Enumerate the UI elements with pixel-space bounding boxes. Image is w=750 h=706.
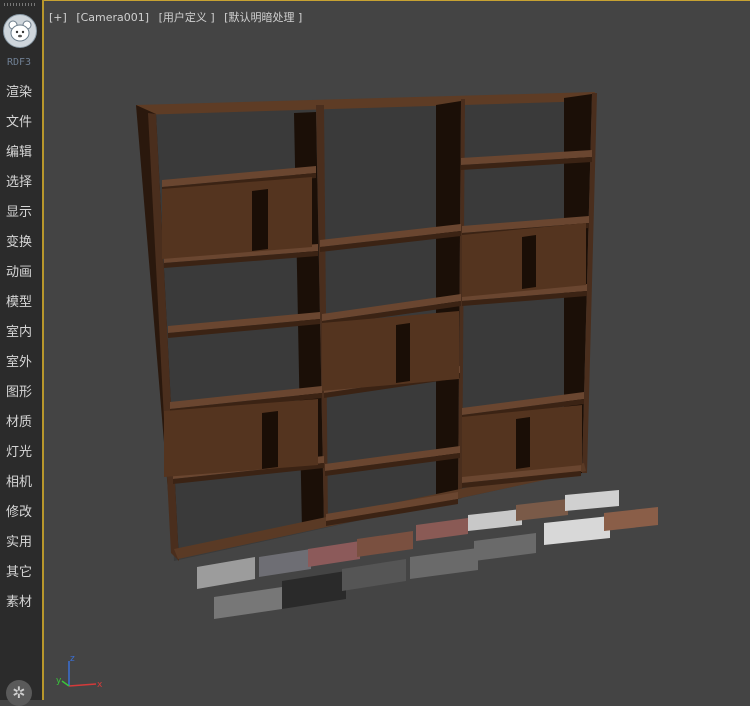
axis-x-label: x <box>97 680 103 690</box>
axis-gizmo: x z y <box>56 654 103 690</box>
book-5 <box>468 509 522 531</box>
axis-z-label: z <box>70 654 75 664</box>
sidebar-item-camera[interactable]: 相机 <box>0 472 38 494</box>
sidebar-item-file[interactable]: 文件 <box>0 112 38 134</box>
book-11 <box>410 548 478 579</box>
gear-icon[interactable]: ✲ <box>6 680 32 706</box>
book-3 <box>357 531 413 557</box>
book-0 <box>197 557 255 589</box>
cabinet-opening-4 <box>516 417 530 469</box>
bear-logo-icon[interactable] <box>3 14 37 48</box>
sidebar-item-display[interactable]: 显示 <box>0 202 38 224</box>
sidebar-item-shapes[interactable]: 图形 <box>0 382 38 404</box>
axis-y-line <box>61 680 70 687</box>
sidebar-item-select[interactable]: 选择 <box>0 172 38 194</box>
book-6 <box>516 499 568 521</box>
sidebar-item-assets[interactable]: 素材 <box>0 592 38 614</box>
axis-x-line <box>68 683 97 687</box>
book-13 <box>544 516 610 545</box>
viewport-menu-plus[interactable]: [+] <box>49 11 67 24</box>
cabinet-front-1 <box>164 399 318 477</box>
axis-y-label: y <box>56 676 62 686</box>
book-7 <box>565 490 619 511</box>
book-8 <box>214 587 282 619</box>
viewport-shading-label[interactable]: [默认明暗处理 ] <box>224 11 302 24</box>
cabinet-front-0 <box>162 177 312 259</box>
book-12 <box>474 533 536 561</box>
cabinet-opening-1 <box>262 411 278 469</box>
sidebar-item-modify[interactable]: 修改 <box>0 502 38 524</box>
sidebar-item-material[interactable]: 材质 <box>0 412 38 434</box>
sidebar-item-other[interactable]: 其它 <box>0 562 38 584</box>
sidebar-item-model[interactable]: 模型 <box>0 292 38 314</box>
sidebar-item-interior[interactable]: 室内 <box>0 322 38 344</box>
cabinet-front-2 <box>322 311 459 391</box>
cabinet-opening-2 <box>396 323 410 383</box>
book-1 <box>259 549 311 577</box>
sidebar-item-lights[interactable]: 灯光 <box>0 442 38 464</box>
camera-viewport[interactable]: [+] [Camera001] [用户定义 ] [默认明暗处理 ] x z y <box>44 0 750 700</box>
viewport-view-label[interactable]: [用户定义 ] <box>159 11 215 24</box>
viewport-label: [+] [Camera001] [用户定义 ] [默认明暗处理 ] <box>49 9 308 25</box>
sidebar: RDF3 渲染文件编辑选择显示变换动画模型室内室外图形材质灯光相机修改实用其它素… <box>0 0 44 706</box>
viewport-scene[interactable] <box>44 1 750 701</box>
book-9 <box>282 571 346 609</box>
viewport-camera-label[interactable]: [Camera001] <box>76 11 149 24</box>
book-14 <box>604 507 658 531</box>
sidebar-item-transform[interactable]: 变换 <box>0 232 38 254</box>
book-2 <box>308 541 360 567</box>
brand-label: RDF3 <box>6 57 32 68</box>
cabinet-opening-3 <box>522 235 536 289</box>
sidebar-item-exterior[interactable]: 室外 <box>0 352 38 374</box>
sidebar-item-render[interactable]: 渲染 <box>0 82 38 104</box>
book-4 <box>416 518 468 541</box>
sidebar-item-utilities[interactable]: 实用 <box>0 532 38 554</box>
book-10 <box>342 559 406 591</box>
cabinet-opening-0 <box>252 189 268 251</box>
sidebar-item-animation[interactable]: 动画 <box>0 262 38 284</box>
sidebar-item-edit[interactable]: 编辑 <box>0 142 38 164</box>
toolbar-grip[interactable] <box>4 3 36 6</box>
